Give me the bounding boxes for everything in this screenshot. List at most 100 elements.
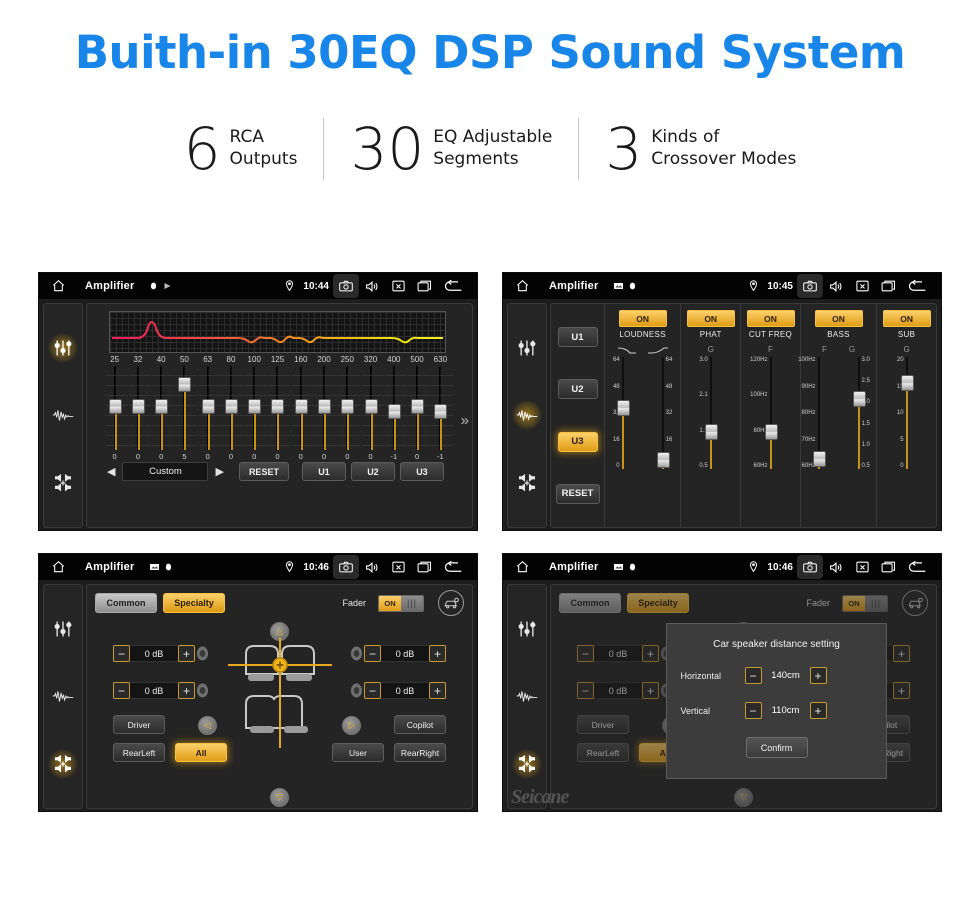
bass-on-button[interactable]: ON [814,310,863,327]
camera-icon[interactable] [797,274,823,298]
sidebar-item-crossover[interactable] [512,400,542,431]
camera-icon[interactable] [333,274,359,298]
camera-icon[interactable] [797,555,823,579]
sidebar-item-balance[interactable] [512,468,542,498]
car-settings-icon[interactable] [902,590,928,616]
nav-left-button[interactable]: ◁ [198,716,217,735]
close-box-icon[interactable] [849,556,875,578]
front-left-minus-button[interactable]: − [577,645,594,662]
back-arrow-icon[interactable] [901,556,933,578]
home-icon[interactable] [511,279,533,293]
phat-on-button[interactable]: ON [686,310,735,327]
volume-icon[interactable] [823,275,849,297]
preset-u2-button[interactable]: U2 [557,379,598,400]
volume-icon[interactable] [823,556,849,578]
sidebar-item-crossover[interactable] [512,681,542,711]
position-driver-button[interactable]: Driver [577,715,629,734]
back-arrow-icon[interactable] [901,275,933,297]
fader-toggle[interactable]: ON ||| [842,594,888,612]
user-preset-u2-button[interactable]: U2 [350,462,395,481]
recents-icon[interactable] [411,275,437,297]
eq-slider[interactable] [336,366,361,452]
position-rearright-button[interactable]: RearRight [394,743,446,762]
sidebar-item-balance[interactable] [48,468,78,498]
rear-left-minus-button[interactable]: − [113,682,130,699]
horizontal-minus-button[interactable]: − [744,667,762,684]
rear-right-plus-button[interactable]: + [429,682,446,699]
position-all-button[interactable]: All [175,743,227,762]
preset-name[interactable]: Custom [122,462,209,481]
rear-left-plus-button[interactable]: + [178,682,195,699]
bass-freq-slider[interactable]: 100Hz 90Hz 80Hz 70Hz 60Hz [798,357,834,469]
position-rearleft-button[interactable]: RearLeft [113,743,165,762]
loudness-on-button[interactable]: ON [618,310,667,327]
volume-icon[interactable] [359,556,385,578]
front-left-minus-button[interactable]: − [113,645,130,662]
tab-common[interactable]: Common [95,593,157,613]
sidebar-item-crossover[interactable] [48,400,78,430]
eq-slider[interactable] [289,366,314,452]
eq-slider[interactable] [382,366,407,452]
position-copilot-button[interactable]: Copilot [394,715,446,734]
tab-common[interactable]: Common [559,593,621,613]
eq-slider[interactable] [219,366,244,452]
sidebar-item-balance[interactable] [512,749,542,780]
position-user-button[interactable]: User [332,743,384,762]
horizontal-plus-button[interactable]: + [809,667,827,684]
rear-right-plus-button[interactable]: + [893,682,910,699]
crossover-reset-button[interactable]: RESET [555,483,600,504]
eq-next-page-icon[interactable]: » [461,412,469,429]
eq-slider[interactable] [126,366,151,452]
preset-u1-button[interactable]: U1 [557,327,598,348]
eq-slider[interactable] [103,366,128,452]
close-box-icon[interactable] [849,275,875,297]
eq-slider[interactable] [405,366,431,452]
rear-right-minus-button[interactable]: − [364,682,381,699]
sub-gain-slider[interactable]: 20 15 10 5 0 [892,357,922,469]
back-arrow-icon[interactable] [437,556,469,578]
vertical-minus-button[interactable]: − [744,702,762,719]
eq-slider[interactable] [150,366,175,452]
position-rearleft-button[interactable]: RearLeft [577,743,629,762]
back-arrow-icon[interactable] [437,275,469,297]
close-box-icon[interactable] [385,275,411,297]
eq-slider[interactable] [173,366,198,452]
user-preset-u3-button[interactable]: U3 [399,462,444,481]
nav-down-button[interactable]: ▽ [270,788,289,807]
phat-gain-slider[interactable]: 3.0 2.1 1.3 0.5 [696,357,726,469]
loudness-slider-left[interactable]: 64 48 32 16 0 [608,357,638,469]
eq-slider[interactable] [429,366,454,452]
tab-specialty[interactable]: Specialty [163,593,225,613]
camera-icon[interactable] [333,555,359,579]
vertical-plus-button[interactable]: + [809,702,827,719]
recents-icon[interactable] [875,275,901,297]
front-right-plus-button[interactable]: + [893,645,910,662]
close-box-icon[interactable] [385,556,411,578]
front-right-minus-button[interactable]: − [364,645,381,662]
cut-freq-slider[interactable]: 120Hz 100Hz 80Hz 60Hz [750,357,786,469]
eq-slider[interactable] [359,366,384,452]
recents-icon[interactable] [875,556,901,578]
sidebar-item-equalizer[interactable] [48,614,78,644]
user-preset-u1-button[interactable]: U1 [301,462,346,481]
sidebar-item-equalizer[interactable] [512,614,542,644]
eq-slider[interactable] [312,366,338,452]
preset-next-button[interactable]: ▶ [211,465,227,478]
sidebar-item-equalizer[interactable] [48,332,78,363]
car-settings-icon[interactable] [438,590,464,616]
front-left-plus-button[interactable]: + [178,645,195,662]
preset-u3-button[interactable]: U3 [557,431,598,452]
home-icon[interactable] [47,560,69,574]
sub-on-button[interactable]: ON [882,310,931,327]
sidebar-item-crossover[interactable] [48,681,78,711]
cut-freq-on-button[interactable]: ON [746,310,795,327]
sidebar-item-equalizer[interactable] [512,333,542,363]
home-icon[interactable] [511,560,533,574]
eq-slider[interactable] [196,366,221,452]
reset-button[interactable]: RESET [238,462,289,481]
front-left-plus-button[interactable]: + [642,645,659,662]
preset-prev-button[interactable]: ◀ [103,465,119,478]
volume-icon[interactable] [359,275,385,297]
car-seat-diagram[interactable] [227,638,332,750]
rear-left-minus-button[interactable]: − [577,682,594,699]
